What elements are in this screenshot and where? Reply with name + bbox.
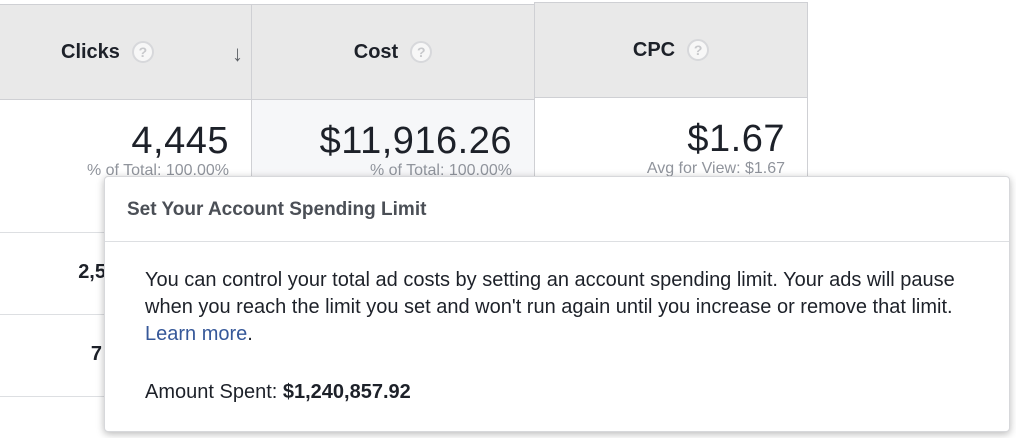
table-row[interactable]: 2,5 [0,233,106,314]
amount-spent-value: $1,240,857.92 [282,381,411,403]
column-header-label: CPC [632,38,676,61]
column-header-label: Clicks [61,40,120,63]
clicks-value: 2,5 [78,261,106,283]
amount-spent-label: Amount Spent: [145,381,278,403]
sort-descending-icon[interactable]: ↓ [232,41,243,67]
total-value: $11,916.26 [319,120,512,162]
total-value: 4,445 [131,120,229,162]
row-divider [0,396,104,397]
clicks-value: 7 [90,343,102,365]
popup-body-end: . [247,323,253,345]
total-value: $1.67 [687,118,785,160]
column-header-cpc[interactable]: CPC ? [534,2,808,98]
popup-body-text: You can control your total ad costs by s… [145,269,955,318]
column-header-label: Cost [353,40,399,63]
column-divider [534,98,535,178]
table-row[interactable]: 7 [0,315,104,396]
popup-description: You can control your total ad costs by s… [145,267,985,348]
amount-spent: Amount Spent: $1,240,857.92 [145,381,411,404]
help-icon[interactable]: ? [131,41,154,63]
spending-limit-popup: Set Your Account Spending Limit You can … [104,176,1010,432]
column-header-cost[interactable]: Cost ? [251,4,535,100]
help-icon[interactable]: ? [410,41,433,63]
column-divider [807,2,808,178]
help-icon[interactable]: ? [687,39,710,61]
popup-divider [105,241,1009,242]
column-header-clicks[interactable]: Clicks ? ↓ [0,4,252,100]
learn-more-link[interactable]: Learn more [145,323,247,345]
popup-title: Set Your Account Spending Limit [127,199,427,220]
